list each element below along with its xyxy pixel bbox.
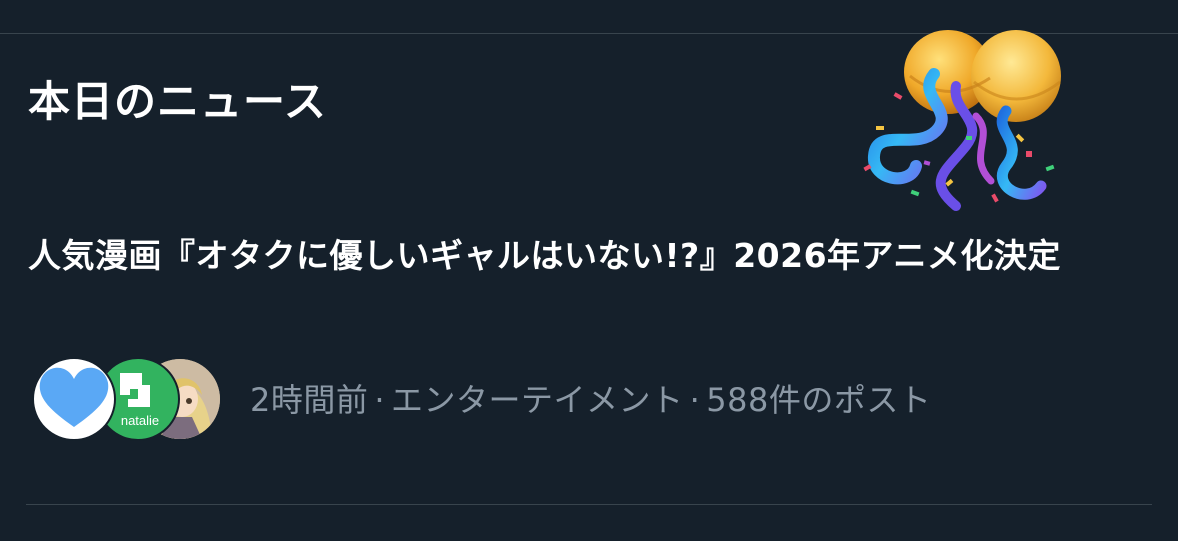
source-avatars: natalie <box>32 357 222 441</box>
meta-separator: · <box>689 381 701 419</box>
headline[interactable]: 人気漫画『オタクに優しいギャルはいない!?』2026年アニメ化決定 <box>28 230 1158 282</box>
blue-heart-avatar <box>32 357 116 441</box>
trend-meta: 2時間前 · エンターテイメント · 588件のポスト <box>250 378 931 422</box>
category[interactable]: エンターテイメント <box>391 381 684 419</box>
blue-heart-icon <box>39 367 109 427</box>
post-count: 588件のポスト <box>706 381 932 419</box>
divider-bottom <box>26 504 1152 505</box>
natalie-label: natalie <box>121 413 159 428</box>
party-popper-confetti-icon <box>863 30 1061 211</box>
time-ago: 2時間前 <box>250 381 369 419</box>
meta-separator: · <box>374 381 386 419</box>
section-title: 本日のニュース <box>28 77 327 126</box>
